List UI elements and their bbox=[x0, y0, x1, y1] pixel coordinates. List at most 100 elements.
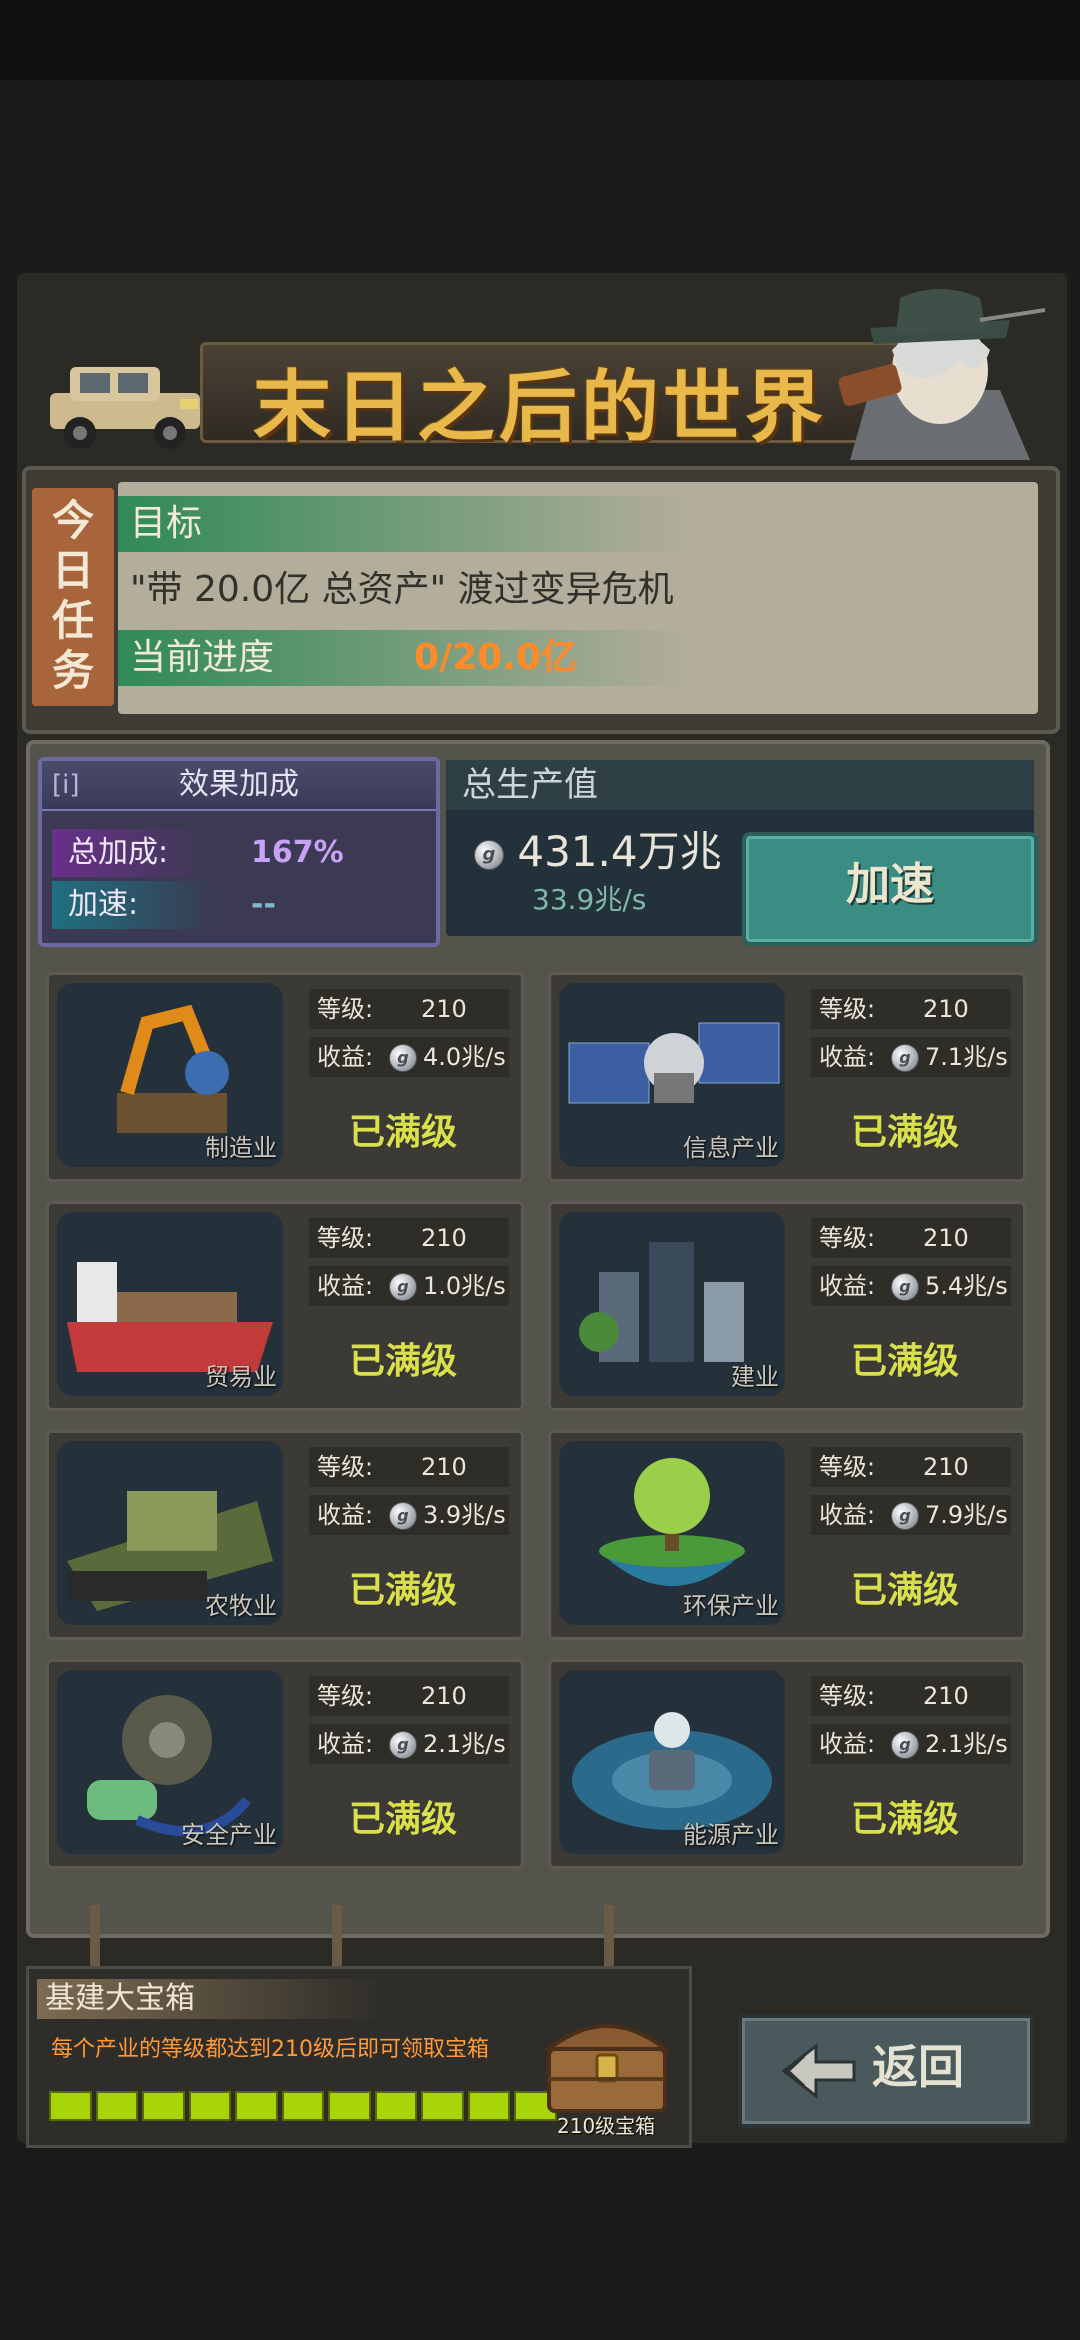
level-value: 210 bbox=[421, 995, 467, 1023]
income-label: 收益: bbox=[317, 1501, 374, 1529]
treasure-title: 基建大宝箱 bbox=[37, 1979, 385, 2019]
task-progress-label: 当前进度 bbox=[130, 637, 275, 678]
income-value: 4.0兆/s bbox=[423, 1043, 506, 1071]
industry-image: 农牧业 bbox=[57, 1441, 283, 1625]
industry-card[interactable]: 信息产业 等级: 210 收益: g 7.1兆/s 已满级 bbox=[548, 972, 1026, 1182]
max-level-status: 已满级 bbox=[349, 1341, 458, 1382]
industry-name: 能源产业 bbox=[683, 1821, 779, 1849]
income-value-wrap: g 7.9兆/s bbox=[891, 1495, 1008, 1535]
industry-level-row: 等级: 210 bbox=[811, 989, 1011, 1029]
industry-card[interactable]: 贸易业 等级: 210 收益: g 1.0兆/s 已满级 bbox=[46, 1201, 524, 1411]
treasure-progress-bar bbox=[49, 2091, 558, 2121]
income-value: 7.9兆/s bbox=[925, 1501, 1008, 1529]
industry-name: 环保产业 bbox=[683, 1592, 779, 1620]
truck-illustration bbox=[50, 367, 200, 449]
income-label: 收益: bbox=[317, 1043, 374, 1071]
income-value-wrap: g 1.0兆/s bbox=[389, 1266, 506, 1306]
back-button[interactable]: 返回 bbox=[738, 2014, 1034, 2128]
income-label: 收益: bbox=[819, 1043, 876, 1071]
industry-card[interactable]: 安全产业 等级: 210 收益: g 2.1兆/s 已满级 bbox=[46, 1659, 524, 1869]
effect-bonus-panel[interactable]: [i] 效果加成 总加成: 167% 加速: -- bbox=[38, 757, 440, 947]
progress-segment bbox=[49, 2091, 92, 2121]
industry-level-row: 等级: 210 bbox=[811, 1447, 1011, 1487]
industry-income-row: 收益: g 2.1兆/s bbox=[811, 1724, 1011, 1764]
industry-level-row: 等级: 210 bbox=[309, 1676, 509, 1716]
industry-image: 能源产业 bbox=[559, 1670, 785, 1854]
info-icon[interactable]: [i] bbox=[52, 761, 80, 809]
max-level-status: 已满级 bbox=[349, 1799, 458, 1840]
industry-name: 农牧业 bbox=[205, 1592, 277, 1620]
industry-name: 安全产业 bbox=[181, 1821, 277, 1849]
progress-segment bbox=[188, 2091, 232, 2121]
income-value-wrap: g 3.9兆/s bbox=[389, 1495, 506, 1535]
industry-level-row: 等级: 210 bbox=[811, 1218, 1011, 1258]
industry-income-row: 收益: g 7.1兆/s bbox=[811, 1037, 1011, 1077]
income-label: 收益: bbox=[819, 1501, 876, 1529]
progress-segment bbox=[281, 2091, 325, 2121]
income-value: 5.4兆/s bbox=[925, 1272, 1008, 1300]
industry-income-row: 收益: g 5.4兆/s bbox=[811, 1266, 1011, 1306]
total-bonus-label: 总加成: bbox=[52, 829, 213, 877]
industry-card[interactable]: 制造业 等级: 210 收益: g 4.0兆/s 已满级 bbox=[46, 972, 524, 1182]
industry-income-row: 收益: g 1.0兆/s bbox=[309, 1266, 509, 1306]
infrastructure-treasure-panel[interactable]: 基建大宝箱 每个产业的等级都达到210级后即可领取宝箱 210级宝箱 bbox=[26, 1966, 692, 2148]
coin-icon: g bbox=[891, 1731, 919, 1759]
treasure-chest-label: 210级宝箱 bbox=[557, 2114, 656, 2138]
speed-up-button[interactable]: 加速 bbox=[742, 832, 1038, 946]
industry-name: 信息产业 bbox=[683, 1134, 779, 1162]
income-value: 3.9兆/s bbox=[423, 1501, 506, 1529]
income-value: 2.1兆/s bbox=[423, 1730, 506, 1758]
task-progress-row: 当前进度 0/20.0亿 bbox=[118, 630, 690, 686]
level-label: 等级: bbox=[819, 1682, 876, 1710]
industry-image: 贸易业 bbox=[57, 1212, 283, 1396]
speed-bonus-row: 加速: -- bbox=[52, 881, 412, 929]
income-value: 2.1兆/s bbox=[925, 1730, 1008, 1758]
title-banner: 末日之后的世界 bbox=[30, 280, 1050, 460]
industry-card[interactable]: 能源产业 等级: 210 收益: g 2.1兆/s 已满级 bbox=[548, 1659, 1026, 1869]
max-level-status: 已满级 bbox=[851, 1341, 960, 1382]
level-label: 等级: bbox=[317, 1224, 374, 1252]
industry-income-row: 收益: g 3.9兆/s bbox=[309, 1495, 509, 1535]
industry-level-row: 等级: 210 bbox=[309, 1447, 509, 1487]
industry-level-row: 等级: 210 bbox=[309, 989, 509, 1029]
treasure-chest-icon bbox=[543, 2024, 671, 2113]
level-label: 等级: bbox=[819, 1453, 876, 1481]
income-value-wrap: g 7.1兆/s bbox=[891, 1037, 1008, 1077]
industry-name: 贸易业 bbox=[205, 1363, 277, 1391]
coin-icon: g bbox=[891, 1273, 919, 1301]
treasure-description: 每个产业的等级都达到210级后即可领取宝箱 bbox=[51, 2037, 489, 2062]
level-value: 210 bbox=[923, 995, 969, 1023]
industry-card[interactable]: 环保产业 等级: 210 收益: g 7.9兆/s 已满级 bbox=[548, 1430, 1026, 1640]
coin-icon: g bbox=[389, 1273, 417, 1301]
income-value: 7.1兆/s bbox=[925, 1043, 1008, 1071]
progress-segment bbox=[374, 2091, 418, 2121]
level-value: 210 bbox=[923, 1453, 969, 1481]
industry-image: 安全产业 bbox=[57, 1670, 283, 1854]
industry-income-row: 收益: g 4.0兆/s bbox=[309, 1037, 509, 1077]
level-label: 等级: bbox=[317, 1682, 374, 1710]
progress-segment bbox=[328, 2091, 371, 2121]
game-title: 末日之后的世界 bbox=[253, 363, 828, 453]
level-label: 等级: bbox=[317, 1453, 374, 1481]
industry-card[interactable]: 农牧业 等级: 210 收益: g 3.9兆/s 已满级 bbox=[46, 1430, 524, 1640]
level-value: 210 bbox=[421, 1453, 467, 1481]
income-value-wrap: g 4.0兆/s bbox=[389, 1037, 506, 1077]
progress-segment bbox=[235, 2091, 278, 2121]
speed-bonus-label: 加速: bbox=[52, 881, 213, 929]
industry-image: 制造业 bbox=[57, 983, 283, 1167]
coin-icon: g bbox=[389, 1502, 417, 1530]
total-production-value-row: g 431.4万兆 bbox=[474, 818, 722, 879]
level-label: 等级: bbox=[317, 995, 374, 1023]
income-value: 1.0兆/s bbox=[423, 1272, 506, 1300]
coin-icon: g bbox=[389, 1731, 417, 1759]
max-level-status: 已满级 bbox=[851, 1112, 960, 1153]
max-level-status: 已满级 bbox=[851, 1570, 960, 1611]
income-value-wrap: g 2.1兆/s bbox=[891, 1724, 1008, 1764]
daily-task-card: 今日任务 目标 "带 20.0亿 总资产" 渡过变异危机 当前进度 0/20.0… bbox=[22, 466, 1060, 734]
max-level-status: 已满级 bbox=[851, 1799, 960, 1840]
back-button-label: 返回 bbox=[872, 2040, 964, 2094]
industry-name: 建业 bbox=[731, 1363, 779, 1391]
treasure-chest[interactable]: 210级宝箱 bbox=[537, 2009, 677, 2139]
total-bonus-row: 总加成: 167% bbox=[52, 829, 412, 877]
industry-card[interactable]: 建业 等级: 210 收益: g 5.4兆/s 已满级 bbox=[548, 1201, 1026, 1411]
